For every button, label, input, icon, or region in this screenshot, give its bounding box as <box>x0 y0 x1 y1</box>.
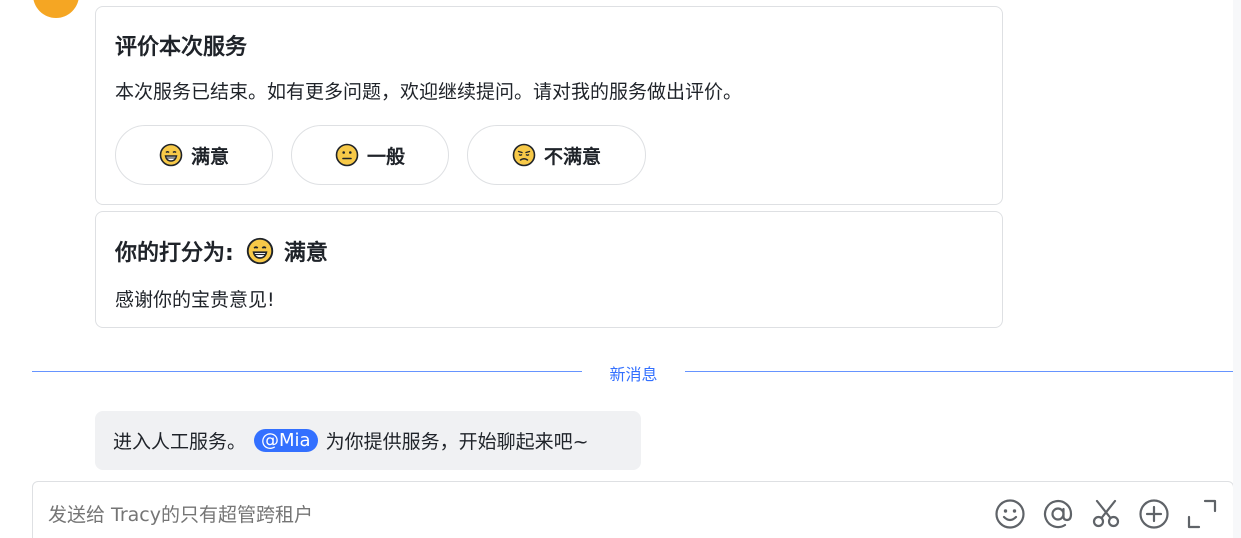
new-message-divider-left <box>32 371 582 372</box>
system-message-before: 进入人工服务。 <box>113 431 247 453</box>
scissors-icon <box>1090 498 1122 534</box>
bot-avatar <box>33 0 79 18</box>
rate-satisfied-label: 满意 <box>190 145 229 168</box>
disappointed-emoji-icon <box>512 143 536 167</box>
neutral-emoji-icon <box>335 143 359 167</box>
system-message: 进入人工服务。 @Mia 为你提供服务，开始聊起来吧~ <box>95 411 641 470</box>
rating-result-text: 感谢你的宝贵意见! <box>115 289 275 311</box>
rating-card: 评价本次服务 本次服务已结束。如有更多问题，欢迎继续提问。请对我的服务做出评价。… <box>95 6 1003 205</box>
emoji-button[interactable] <box>993 499 1027 533</box>
scroll-gutter <box>1233 0 1241 538</box>
grin-emoji-icon <box>246 237 274 265</box>
emoji-icon <box>994 498 1026 534</box>
system-message-after: 为你提供服务，开始聊起来吧~ <box>325 431 589 453</box>
rate-dissatisfied-label: 不满意 <box>543 145 601 168</box>
mention-chip[interactable]: @Mia <box>254 429 318 452</box>
rate-neutral-button[interactable]: 一般 <box>291 125 449 185</box>
rating-result-prefix: 你的打分为: <box>115 241 234 266</box>
expand-icon <box>1186 498 1218 534</box>
expand-composer-button[interactable] <box>1185 499 1219 533</box>
rate-dissatisfied-button[interactable]: 不满意 <box>467 125 646 185</box>
rate-neutral-label: 一般 <box>366 145 405 168</box>
mention-button[interactable] <box>1041 499 1075 533</box>
rating-card-title: 评价本次服务 <box>115 35 248 60</box>
plus-circle-icon <box>1138 498 1170 534</box>
grin-emoji-icon <box>159 143 183 167</box>
screenshot-button[interactable] <box>1089 499 1123 533</box>
new-message-divider-right <box>685 371 1234 372</box>
rating-result-title: 你的打分为: 满意 <box>115 235 328 267</box>
at-icon <box>1042 498 1074 534</box>
rate-satisfied-button[interactable]: 满意 <box>115 125 273 185</box>
rating-result-card: 你的打分为: 满意 感谢你的宝贵意见! <box>95 211 1003 328</box>
message-composer <box>32 481 1234 538</box>
rating-result-value: 满意 <box>283 241 328 266</box>
rating-card-text: 本次服务已结束。如有更多问题，欢迎继续提问。请对我的服务做出评价。 <box>115 81 743 103</box>
message-input[interactable] <box>48 504 948 526</box>
add-button[interactable] <box>1137 499 1171 533</box>
new-message-divider-label: 新消息 <box>609 365 658 384</box>
